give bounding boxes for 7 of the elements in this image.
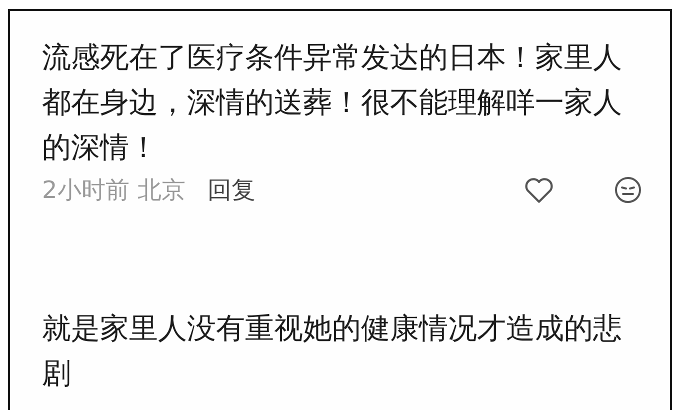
comment-text: 就是家里人没有重视她的健康情况才造成的悲剧: [42, 310, 623, 392]
comment-location: 北京: [137, 175, 186, 206]
reply-link[interactable]: 回复: [207, 174, 256, 206]
face-icon[interactable]: [614, 176, 642, 204]
comment-text: 流感死在了医疗条件异常发达的日本！家里人都在身边，深情的送葬！很不能理解咩一家人的深情！: [42, 39, 623, 166]
comment-time: 2小时前: [42, 175, 130, 206]
heart-icon[interactable]: [524, 176, 554, 204]
